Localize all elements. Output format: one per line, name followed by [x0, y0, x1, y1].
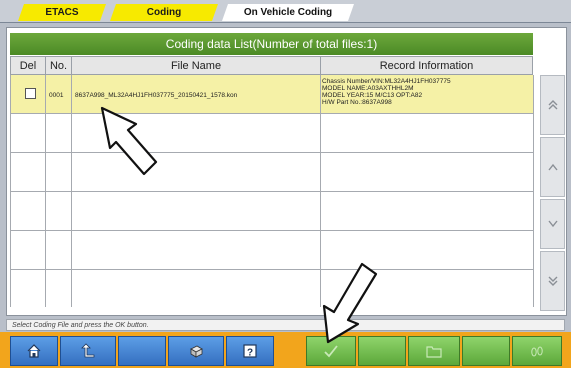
coding-list-title: Coding data List(Number of total files:1…: [10, 33, 533, 55]
pointer-arrow-file: [100, 106, 158, 176]
scroll-bottom-icon: [548, 276, 557, 286]
tab-etacs[interactable]: ETACS: [18, 4, 106, 21]
column-divider: [10, 75, 11, 307]
column-header-del: Del: [10, 56, 46, 75]
folder-button[interactable]: [408, 336, 460, 366]
print-button[interactable]: [168, 336, 224, 366]
pointer-arrow-ok: [322, 262, 378, 344]
column-divider: [45, 75, 46, 307]
tab-bar: ETACS Coding On Vehicle Coding: [0, 0, 571, 23]
folder-icon: [426, 346, 442, 358]
column-divider: [71, 75, 72, 307]
tab-etacs-label: ETACS: [45, 7, 79, 18]
row-number: 0001: [49, 92, 64, 99]
svg-text:?: ?: [247, 348, 253, 359]
column-divider: [533, 75, 534, 307]
tab-coding-label: Coding: [146, 7, 182, 18]
table-row-empty: [10, 270, 533, 309]
tab-on-vehicle-coding[interactable]: On Vehicle Coding: [222, 4, 354, 21]
blank-button-1[interactable]: [118, 336, 166, 366]
column-header-no: No.: [45, 56, 72, 75]
row-file-name: 8637A998_ML32A4HJ1FH037775_20150421_1578…: [75, 92, 238, 99]
scroll-top-icon: [548, 100, 557, 110]
column-header-record-information: Record Information: [320, 56, 533, 75]
table-row-empty: [10, 231, 533, 270]
scroll-up-button[interactable]: [540, 137, 565, 197]
status-message: Select Coding File and press the OK butt…: [6, 319, 565, 331]
tab-coding[interactable]: Coding: [110, 4, 218, 21]
table-row-empty: [10, 153, 533, 192]
blank-button-3[interactable]: [462, 336, 510, 366]
scroll-top-button[interactable]: [540, 75, 565, 135]
column-header-file-name: File Name: [71, 56, 321, 75]
help-button[interactable]: ?: [226, 336, 274, 366]
scroll-down-button[interactable]: [540, 199, 565, 249]
tab-on-vehicle-coding-label: On Vehicle Coding: [243, 7, 333, 18]
printer-icon: [190, 345, 203, 358]
table-row-empty: [10, 114, 533, 153]
row-record-info-line-4: H/W Part No.:8637A998: [322, 99, 392, 106]
help-icon: ?: [243, 344, 257, 359]
back-button[interactable]: [60, 336, 116, 366]
home-icon: [27, 344, 41, 358]
scroll-up-icon: [547, 163, 558, 171]
scroll-bottom-button[interactable]: [540, 251, 565, 311]
footprint-icon: [531, 346, 543, 357]
scroll-down-icon: [547, 220, 558, 228]
back-arrow-icon: [81, 343, 95, 358]
table-row-empty: [10, 192, 533, 231]
home-button[interactable]: [10, 336, 58, 366]
delete-checkbox[interactable]: [25, 88, 36, 99]
record-button[interactable]: [512, 336, 562, 366]
